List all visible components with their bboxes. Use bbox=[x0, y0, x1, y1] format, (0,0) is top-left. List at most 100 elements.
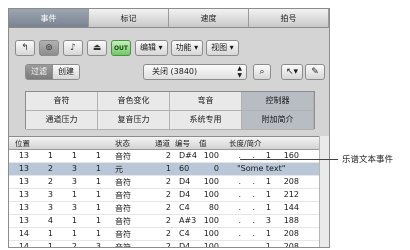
position-cell: 14 bbox=[18, 242, 29, 248]
event-type-grid: 音符 音色变化 弯音 控制器 通道压力 复音压力 系统专用 附加简介 bbox=[25, 91, 315, 130]
length-cell: . bbox=[252, 216, 255, 225]
pointer-tool-icon[interactable]: ↖▾ bbox=[281, 64, 303, 80]
value-cell: 100 bbox=[203, 151, 219, 160]
table-row[interactable]: 13 4 1 1 音符 2 A#3 100.. 3 188 bbox=[9, 215, 329, 228]
header-length[interactable]: 长度/简介 bbox=[229, 138, 262, 149]
status-cell: 音符 bbox=[115, 204, 131, 213]
channel-cell: 2 bbox=[165, 216, 171, 225]
table-row[interactable]: 13 1 1 1 音符 2 D#4 100.. 1 160 bbox=[9, 150, 329, 163]
type-controller[interactable]: 控制器 bbox=[242, 92, 314, 111]
position-cell: 3 bbox=[71, 203, 77, 212]
midi-out-toggle[interactable]: OUT bbox=[111, 40, 131, 56]
header-position[interactable]: 位置 bbox=[15, 138, 30, 149]
channel-cell: 2 bbox=[165, 242, 171, 248]
filter-row: 过滤 创建 关闭 (3840) ▲ ▼ ⌕ ↖▾ ✎ bbox=[15, 64, 327, 80]
position-cell: 1 bbox=[71, 229, 77, 238]
tab-bar: 事件 标记 速度 拍号 bbox=[9, 9, 329, 28]
callout-line bbox=[240, 159, 338, 160]
position-cell: 13 bbox=[18, 177, 29, 186]
toolbar: ↰ ⊚ ♪ ⏏ OUT 编辑 ▾ 功能 ▾ 视图 ▾ bbox=[15, 39, 242, 57]
filter-create-toggle: 过滤 创建 bbox=[25, 64, 80, 80]
event-list-panel: 事件 标记 速度 拍号 ↰ ⊚ ♪ ⏏ OUT 编辑 ▾ 功能 ▾ 视图 ▾ 过… bbox=[8, 8, 330, 248]
length-cell: 208 bbox=[283, 177, 299, 186]
number-cell: 60 bbox=[179, 164, 190, 173]
create-button[interactable]: 创建 bbox=[52, 65, 79, 79]
length-cell: 208 bbox=[283, 242, 299, 248]
status-cell: 音符 bbox=[115, 191, 131, 200]
midi-in-icon[interactable]: ⏏ bbox=[87, 40, 107, 56]
table-row[interactable]: 13 2 3 1 元 1 60 0 "Some text" bbox=[9, 163, 329, 176]
status-cell: 音符 bbox=[115, 178, 131, 187]
tab-events[interactable]: 事件 bbox=[9, 9, 89, 28]
type-additional-info[interactable]: 附加简介 bbox=[242, 111, 314, 130]
position-cell: 13 bbox=[18, 164, 29, 173]
header-number[interactable]: 编号 bbox=[175, 138, 190, 149]
link-icon[interactable]: ⊚ bbox=[39, 40, 59, 56]
type-pitch-bend[interactable]: 弯音 bbox=[170, 92, 242, 111]
number-cell: C4 bbox=[179, 229, 190, 238]
length-cell: 3 bbox=[265, 216, 271, 225]
value-cell: 100 bbox=[203, 177, 219, 186]
channel-cell: 2 bbox=[165, 190, 171, 199]
length-cell: 1 bbox=[265, 242, 271, 248]
position-cell: 2 bbox=[71, 242, 77, 248]
position-cell: 1 bbox=[71, 216, 77, 225]
channel-cell: 2 bbox=[165, 203, 171, 212]
quantize-select-value: 关闭 (3840) bbox=[152, 67, 198, 76]
status-cell: 音符 bbox=[115, 217, 131, 226]
tab-tempo[interactable]: 速度 bbox=[169, 9, 249, 28]
status-cell: 音符 bbox=[115, 230, 131, 239]
callout-label: 乐谱文本事件 bbox=[342, 155, 394, 165]
value-cell: 80 bbox=[208, 203, 219, 212]
number-cell: D4 bbox=[179, 242, 191, 248]
updown-arrows-icon: ▲ ▼ bbox=[237, 65, 242, 79]
type-poly-pressure[interactable]: 复音压力 bbox=[98, 111, 170, 130]
menu-edit[interactable]: 编辑 ▾ bbox=[135, 40, 168, 56]
tab-signature[interactable]: 拍号 bbox=[249, 9, 329, 28]
table-body: 13 1 1 1 音符 2 D#4 100.. 1 160 13 2 3 1 元 1 60 0 "Some text… bbox=[9, 150, 329, 248]
value-cell: 100 bbox=[203, 242, 219, 248]
table-row[interactable]: 14 1 2 3 音符 2 D4 100.. 1 208 bbox=[9, 241, 329, 248]
value-cell: 100 bbox=[203, 190, 219, 199]
length-cell: 208 bbox=[283, 229, 299, 238]
menu-functions[interactable]: 功能 ▾ bbox=[170, 40, 204, 56]
position-cell: 3 bbox=[71, 177, 77, 186]
menu-functions-label: 功能 bbox=[175, 43, 192, 52]
event-table: 位置 状态 通道 编号 值 长度/简介 13 1 1 1 音符 2 D#4 100.. 1 160… bbox=[9, 136, 329, 248]
table-row[interactable]: 14 1 1 1 音符 2 C4 100.. 1 208 bbox=[9, 228, 329, 241]
type-notes[interactable]: 音符 bbox=[26, 92, 98, 111]
tab-markers[interactable]: 标记 bbox=[89, 9, 169, 28]
channel-cell: 2 bbox=[165, 177, 171, 186]
type-sysex[interactable]: 系统专用 bbox=[170, 111, 242, 130]
pencil-tool-icon[interactable]: ✎ bbox=[305, 64, 325, 80]
scrollbar[interactable] bbox=[319, 136, 329, 247]
length-cell: . bbox=[252, 177, 255, 186]
type-program-change[interactable]: 音色变化 bbox=[98, 92, 170, 111]
table-row[interactable]: 13 3 1 1 音符 2 D4 100.. 1 212 bbox=[9, 189, 329, 202]
t-up-icon[interactable]: ↰ bbox=[15, 40, 35, 56]
length-cell: 188 bbox=[283, 216, 299, 225]
position-cell: 1 bbox=[47, 229, 53, 238]
header-channel[interactable]: 通道 bbox=[155, 138, 170, 149]
filter-button[interactable]: 过滤 bbox=[26, 65, 52, 79]
position-cell: 1 bbox=[71, 190, 77, 199]
table-header: 位置 状态 通道 编号 值 长度/简介 bbox=[9, 137, 329, 150]
menu-view[interactable]: 视图 ▾ bbox=[206, 40, 239, 56]
header-value[interactable]: 值 bbox=[199, 138, 207, 149]
length-cell: . bbox=[252, 242, 255, 248]
position-cell: 2 bbox=[47, 164, 53, 173]
length-cell: 1 bbox=[265, 190, 271, 199]
length-cell: . bbox=[252, 190, 255, 199]
position-cell: 3 bbox=[47, 203, 53, 212]
quantize-select[interactable]: 关闭 (3840) ▲ ▼ bbox=[143, 64, 247, 80]
position-cell: 1 bbox=[95, 229, 101, 238]
table-row[interactable]: 13 3 3 1 音符 2 C4 80.. 1 144 bbox=[9, 202, 329, 215]
table-row[interactable]: 13 2 3 1 音符 2 D4 100.. 1 208 bbox=[9, 176, 329, 189]
search-icon[interactable]: ⌕ bbox=[253, 64, 271, 80]
type-channel-pressure[interactable]: 通道压力 bbox=[26, 111, 98, 130]
midi-out-icon[interactable]: ♪ bbox=[63, 40, 83, 56]
position-cell: 1 bbox=[95, 203, 101, 212]
position-cell: 1 bbox=[95, 216, 101, 225]
header-status[interactable]: 状态 bbox=[115, 138, 130, 149]
position-cell: 1 bbox=[95, 190, 101, 199]
